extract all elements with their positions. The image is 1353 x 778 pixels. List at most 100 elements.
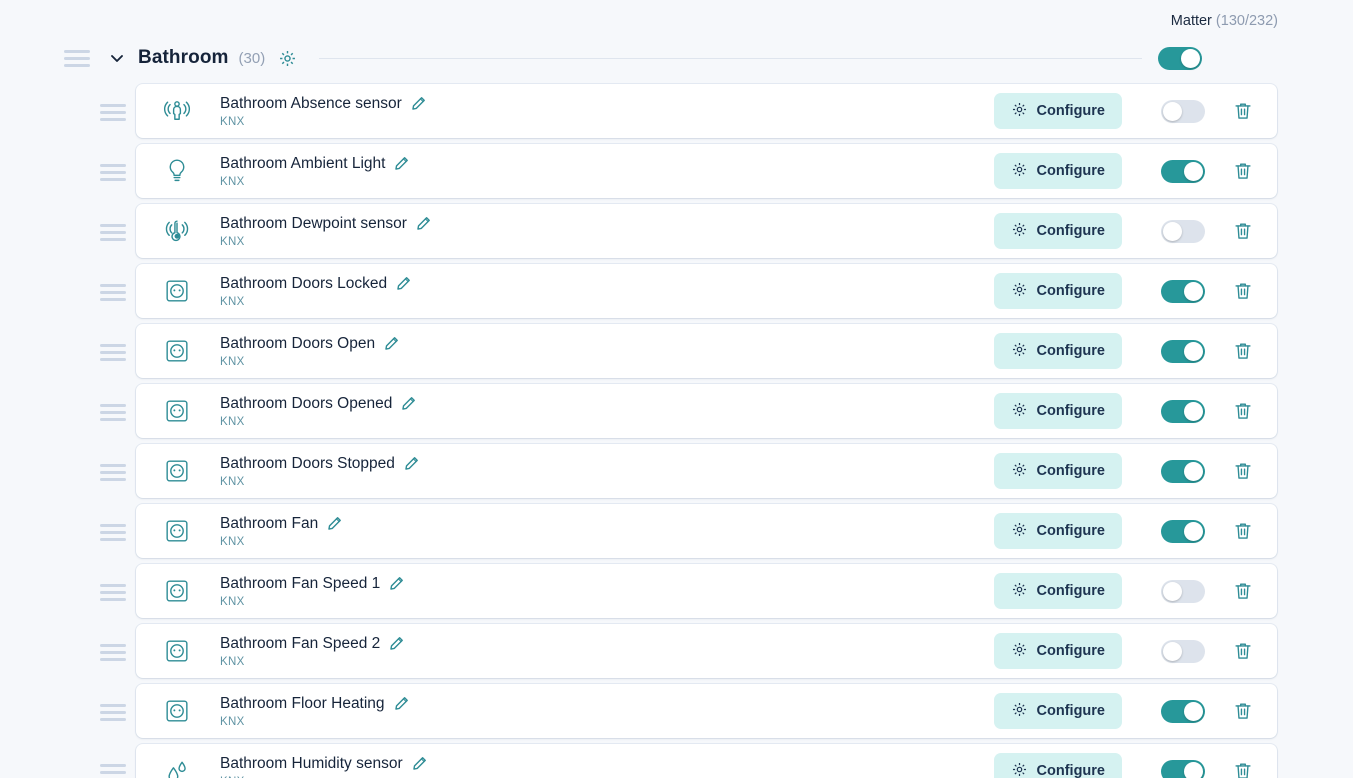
row-drag-handle-icon[interactable] <box>100 704 126 721</box>
row-drag-handle-icon[interactable] <box>100 164 126 181</box>
trash-icon[interactable] <box>1231 759 1255 778</box>
trash-icon[interactable] <box>1231 459 1255 483</box>
pencil-icon[interactable] <box>401 396 416 411</box>
power-outlet-icon <box>157 331 197 371</box>
device-enable-toggle[interactable] <box>1161 580 1205 603</box>
configure-label: Configure <box>1037 343 1105 359</box>
device-enable-toggle[interactable] <box>1161 400 1205 423</box>
gear-icon <box>1011 101 1028 121</box>
pencil-icon[interactable] <box>411 96 426 111</box>
row-drag-handle-icon[interactable] <box>100 464 126 481</box>
device-enable-toggle[interactable] <box>1161 760 1205 778</box>
chevron-down-icon[interactable] <box>106 47 128 69</box>
row-drag-handle-icon[interactable] <box>100 764 126 778</box>
device-name: Bathroom Doors Stopped <box>220 455 395 473</box>
device-row: Bathroom Doors Stopped KNX Configure <box>0 444 1353 504</box>
device-protocol: KNX <box>220 476 994 488</box>
pencil-icon[interactable] <box>327 516 342 531</box>
trash-icon[interactable] <box>1231 159 1255 183</box>
gear-icon <box>1011 761 1028 778</box>
configure-label: Configure <box>1037 283 1105 299</box>
device-row: Bathroom Dewpoint sensor KNX Configure <box>0 204 1353 264</box>
configure-button[interactable]: Configure <box>994 513 1122 549</box>
gear-icon <box>1011 461 1028 481</box>
row-drag-handle-icon[interactable] <box>100 284 126 301</box>
power-outlet-icon <box>157 271 197 311</box>
group-drag-handle-icon[interactable] <box>64 50 90 67</box>
device-enable-toggle[interactable] <box>1161 460 1205 483</box>
row-drag-handle-icon[interactable] <box>100 224 126 241</box>
row-drag-handle-icon[interactable] <box>100 524 126 541</box>
configure-label: Configure <box>1037 103 1105 119</box>
power-outlet-icon <box>157 451 197 491</box>
header-divider <box>319 58 1142 59</box>
configure-label: Configure <box>1037 403 1105 419</box>
device-protocol: KNX <box>220 716 994 728</box>
configure-button[interactable]: Configure <box>994 93 1122 129</box>
pencil-icon[interactable] <box>404 456 419 471</box>
device-row: Bathroom Floor Heating KNX Configure <box>0 684 1353 744</box>
trash-icon[interactable] <box>1231 639 1255 663</box>
configure-button[interactable]: Configure <box>994 573 1122 609</box>
row-drag-handle-icon[interactable] <box>100 644 126 661</box>
configure-button[interactable]: Configure <box>994 693 1122 729</box>
configure-button[interactable]: Configure <box>994 633 1122 669</box>
pencil-icon[interactable] <box>394 696 409 711</box>
device-enable-toggle[interactable] <box>1161 220 1205 243</box>
device-enable-toggle[interactable] <box>1161 100 1205 123</box>
trash-icon[interactable] <box>1231 579 1255 603</box>
pencil-icon[interactable] <box>396 276 411 291</box>
configure-label: Configure <box>1037 583 1105 599</box>
device-enable-toggle[interactable] <box>1161 700 1205 723</box>
device-protocol: KNX <box>220 176 994 188</box>
device-enable-toggle[interactable] <box>1161 160 1205 183</box>
device-enable-toggle[interactable] <box>1161 280 1205 303</box>
device-card: Bathroom Doors Opened KNX Configure <box>136 384 1277 438</box>
trash-icon[interactable] <box>1231 519 1255 543</box>
pencil-icon[interactable] <box>412 756 427 771</box>
pencil-icon[interactable] <box>394 156 409 171</box>
group-enable-toggle[interactable] <box>1158 47 1202 70</box>
configure-label: Configure <box>1037 223 1105 239</box>
humidity-drop-icon <box>157 751 197 778</box>
device-row: Bathroom Ambient Light KNX Configure <box>0 144 1353 204</box>
device-name: Bathroom Floor Heating <box>220 695 385 713</box>
configure-label: Configure <box>1037 163 1105 179</box>
trash-icon[interactable] <box>1231 339 1255 363</box>
device-info: Bathroom Humidity sensor KNX <box>220 755 994 778</box>
device-enable-toggle[interactable] <box>1161 340 1205 363</box>
device-info: Bathroom Doors Stopped KNX <box>220 455 994 488</box>
configure-label: Configure <box>1037 643 1105 659</box>
row-drag-handle-icon[interactable] <box>100 344 126 361</box>
trash-icon[interactable] <box>1231 399 1255 423</box>
row-drag-handle-icon[interactable] <box>100 404 126 421</box>
device-name: Bathroom Doors Open <box>220 335 375 353</box>
device-protocol: KNX <box>220 236 994 248</box>
configure-button[interactable]: Configure <box>994 393 1122 429</box>
pencil-icon[interactable] <box>389 576 404 591</box>
group-gear-icon[interactable] <box>277 48 297 68</box>
device-info: Bathroom Doors Locked KNX <box>220 275 994 308</box>
device-enable-toggle[interactable] <box>1161 640 1205 663</box>
configure-button[interactable]: Configure <box>994 333 1122 369</box>
device-protocol: KNX <box>220 116 994 128</box>
configure-button[interactable]: Configure <box>994 213 1122 249</box>
trash-icon[interactable] <box>1231 99 1255 123</box>
device-name: Bathroom Doors Locked <box>220 275 387 293</box>
device-enable-toggle[interactable] <box>1161 520 1205 543</box>
row-drag-handle-icon[interactable] <box>100 104 126 121</box>
row-drag-handle-icon[interactable] <box>100 584 126 601</box>
configure-button[interactable]: Configure <box>994 153 1122 189</box>
trash-icon[interactable] <box>1231 219 1255 243</box>
trash-icon[interactable] <box>1231 699 1255 723</box>
pencil-icon[interactable] <box>416 216 431 231</box>
device-protocol: KNX <box>220 536 994 548</box>
trash-icon[interactable] <box>1231 279 1255 303</box>
device-card: Bathroom Fan Speed 1 KNX Configure <box>136 564 1277 618</box>
pencil-icon[interactable] <box>384 336 399 351</box>
configure-button[interactable]: Configure <box>994 453 1122 489</box>
device-name: Bathroom Ambient Light <box>220 155 385 173</box>
configure-button[interactable]: Configure <box>994 273 1122 309</box>
pencil-icon[interactable] <box>389 636 404 651</box>
configure-button[interactable]: Configure <box>994 753 1122 778</box>
